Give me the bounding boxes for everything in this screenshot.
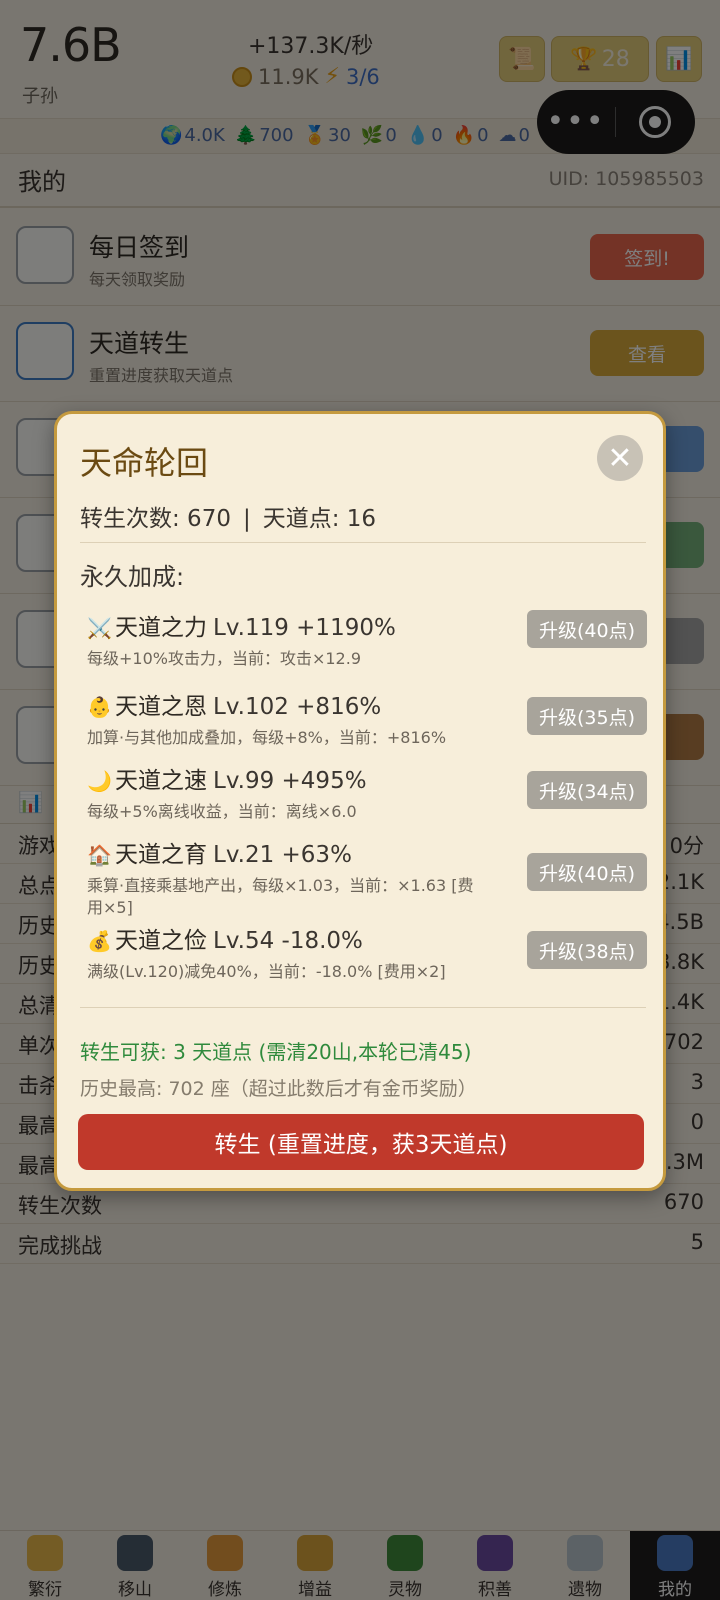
bonus-description: 每级+10%攻击力，当前：攻击×12.9 <box>87 649 362 668</box>
upgrade-button[interactable]: 升级(38点) <box>527 931 647 969</box>
bonus-description: 加算·与其他加成叠加，每级+8%，当前：+816% <box>87 728 447 747</box>
upgrade-button[interactable]: 升级(40点) <box>527 853 647 891</box>
bonus-item: 👶 天道之恩 Lv.102 +816% 加算·与其他加成叠加，每级+8%，当前：+81… <box>87 687 647 749</box>
bonus-name: 天道之力 <box>115 615 207 641</box>
bonus-icon: ⚔️ <box>87 616 112 640</box>
bonus-name: 天道之恩 <box>115 694 207 720</box>
bonus-icon: 🏠 <box>87 843 112 867</box>
bonus-item: 💰 天道之俭 Lv.54 -18.0% 满级(Lv.120)减免40%，当前：-18.… <box>87 921 647 983</box>
rebirth-modal: 天命轮回 ✕ 转生次数: 670 | 天道点: 16 永久加成: ⚔️ 天道之力 Lv.… <box>54 411 666 1191</box>
bonus-icon: 👶 <box>87 695 112 719</box>
upgrade-button[interactable]: 升级(34点) <box>527 771 647 809</box>
bonus-description: 满级(Lv.120)减免40%，当前：-18.0% [费用×2] <box>87 962 446 981</box>
rebirth-button[interactable]: 转生 (重置进度，获3天道点) <box>78 1114 644 1170</box>
bonus-name: 天道之育 <box>115 842 207 868</box>
divider <box>80 542 646 543</box>
bonus-name: 天道之速 <box>115 768 207 794</box>
bonus-icon: 🌙 <box>87 769 112 793</box>
bonus-item: ⚔️ 天道之力 Lv.119 +1190% 每级+10%攻击力，当前：攻击×12.9 升… <box>87 608 647 670</box>
bonus-item: 🏠 天道之育 Lv.21 +63% 乘算·直接乘基地产出，每级×1.03，当前：×1.… <box>87 835 647 919</box>
modal-title: 天命轮回 <box>80 444 209 482</box>
divider <box>80 1007 646 1008</box>
bonus-level: Lv.99 +495% <box>213 768 367 794</box>
bonus-name: 天道之俭 <box>115 928 207 954</box>
bonus-icon: 💰 <box>87 929 112 953</box>
bonus-item: 🌙 天道之速 Lv.99 +495% 每级+5%离线收益，当前：离线×6.0 升级(34… <box>87 761 647 823</box>
dao-points: 天道点: 16 <box>262 506 377 532</box>
summary-separator: | <box>242 506 251 532</box>
bonus-description: 每级+5%离线收益，当前：离线×6.0 <box>87 802 357 821</box>
record-text: 历史最高: 702 座（超过此数后才有金币奖励） <box>80 1078 477 1100</box>
upgrade-button[interactable]: 升级(40点) <box>527 610 647 648</box>
bonus-description: 乘算·直接乘基地产出，每级×1.03，当前：×1.63 [费用×5] <box>87 876 474 917</box>
rebirth-count: 转生次数: 670 <box>80 506 231 532</box>
rebirth-summary: 转生次数: 670 | 天道点: 16 <box>80 499 376 533</box>
rebirth-gain-text: 转生可获: 3 天道点 (需清20山,本轮已清45) <box>80 1040 472 1064</box>
bonus-level: Lv.119 +1190% <box>213 615 396 641</box>
bonus-level: Lv.54 -18.0% <box>213 928 363 954</box>
close-button[interactable]: ✕ <box>597 435 643 481</box>
bonus-heading: 永久加成: <box>80 563 185 591</box>
bonus-level: Lv.102 +816% <box>213 694 382 720</box>
bonus-level: Lv.21 +63% <box>213 842 352 868</box>
upgrade-button[interactable]: 升级(35点) <box>527 697 647 735</box>
close-icon: ✕ <box>607 440 633 476</box>
